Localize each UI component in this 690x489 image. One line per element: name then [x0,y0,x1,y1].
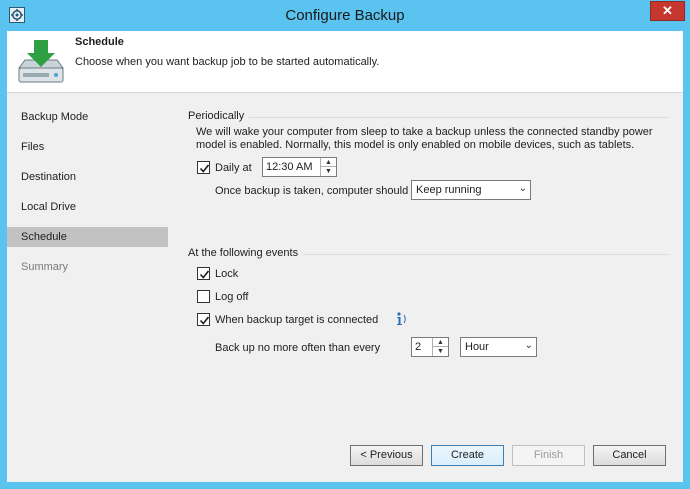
previous-button[interactable]: < Previous [350,445,423,466]
daily-time-value: 12:30 AM [266,161,313,173]
after-backup-select[interactable]: Keep running ⌄ [411,180,531,200]
footer-divider [7,433,683,434]
frequency-spin-buttons: ▲ ▼ [432,338,448,356]
close-button[interactable]: ✕ [650,1,685,21]
time-down-arrow-icon[interactable]: ▼ [321,167,336,176]
frequency-label: Back up no more often than every [215,342,381,354]
window-title: Configure Backup [285,7,405,24]
wake-description: We will wake your computer from sleep to… [196,126,653,151]
log-off-label: Log off [215,291,249,303]
create-button[interactable]: Create [431,445,504,466]
periodically-group-label: Periodically [188,110,245,122]
chevron-down-icon: ⌄ [518,183,527,194]
events-group-label: At the following events [188,247,299,259]
frequency-stepper[interactable]: 2 ▲ ▼ [411,337,449,357]
time-up-arrow-icon[interactable]: ▲ [321,158,336,167]
target-connected-label: When backup target is connected [215,314,379,326]
nav-item-files[interactable]: Files [7,137,168,157]
lock-label: Lock [215,268,239,280]
page-subtitle: Choose when you want backup job to be st… [75,56,380,68]
finish-button: Finish [512,445,585,466]
frequency-up-arrow-icon[interactable]: ▲ [433,338,448,347]
wizard-steps-nav: Backup Mode Files Destination Local Driv… [7,93,169,433]
time-spin-buttons: ▲ ▼ [320,158,336,176]
frequency-unit-value: Hour [465,341,489,353]
after-backup-value: Keep running [416,184,482,196]
after-backup-label: Once backup is taken, computer should [215,185,409,197]
wizard-header: Schedule Choose when you want backup job… [7,31,683,93]
lock-checkbox[interactable] [197,267,210,280]
daily-at-checkbox[interactable] [197,161,210,174]
nav-item-local-drive[interactable]: Local Drive [7,197,168,217]
nav-item-backup-mode[interactable]: Backup Mode [7,107,168,127]
cancel-button[interactable]: Cancel [593,445,666,466]
target-connected-checkbox[interactable] [197,313,210,326]
page-title: Schedule [75,36,124,48]
schedule-panel: Periodically We will wake your computer … [169,93,683,433]
nav-item-destination[interactable]: Destination [7,167,168,187]
events-divider [303,254,669,255]
log-off-checkbox[interactable] [197,290,210,303]
configure-backup-window: Configure Backup ✕ Schedule Choose when … [0,0,690,489]
backup-drive-icon [15,38,67,88]
info-icon[interactable] [392,311,408,327]
frequency-value: 2 [415,341,422,353]
dialog-body: Schedule Choose when you want backup job… [7,31,683,482]
nav-item-summary: Summary [21,261,69,273]
daily-time-stepper[interactable]: 12:30 AM ▲ ▼ [262,157,337,177]
nav-item-schedule[interactable]: Schedule [7,227,168,247]
title-bar: Configure Backup ✕ [0,0,690,31]
periodically-divider [249,117,669,118]
daily-at-label: Daily at [215,162,252,174]
frequency-unit-select[interactable]: Hour ⌄ [460,337,537,357]
frequency-down-arrow-icon[interactable]: ▼ [433,347,448,356]
chevron-down-icon: ⌄ [524,340,533,351]
